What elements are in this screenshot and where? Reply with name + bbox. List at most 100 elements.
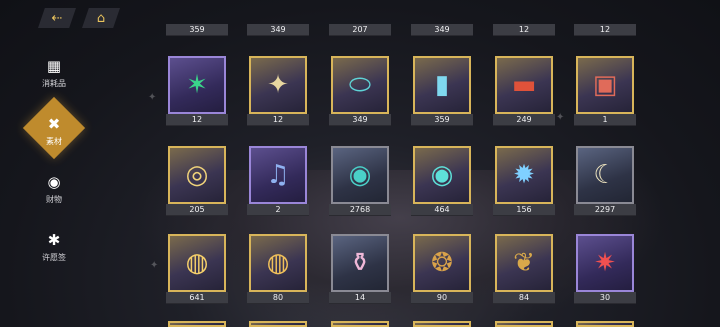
item-count: 12	[493, 24, 555, 36]
item-count: 359	[166, 24, 228, 36]
item-slot[interactable]: ▬ 249	[493, 56, 555, 126]
gold-coin-icon: ❂	[413, 234, 471, 292]
sparkle-decoration: ✦	[150, 260, 159, 271]
back-arrow-icon: ⇠	[51, 10, 63, 26]
cassette-icon: ▬	[495, 56, 553, 114]
star-record-icon: ✹	[495, 146, 553, 204]
home-button[interactable]: ⌂	[82, 8, 120, 28]
sidebar-item-label: 消耗品	[42, 79, 66, 88]
item-count: 12	[574, 24, 636, 36]
item-count: 641	[166, 292, 228, 304]
tube-vial-icon: ▮	[413, 56, 471, 114]
sidebar-item-materials[interactable]: ✖ 素材	[22, 96, 86, 160]
gold-fish-icon: ❦	[495, 234, 553, 292]
battery-pack-icon: ▣	[576, 56, 634, 114]
item-count: 349	[247, 24, 309, 36]
item-count: 205	[166, 204, 228, 216]
partial-item-slot[interactable]	[574, 321, 636, 327]
category-sidebar: ▦ 消耗品 ✖ 素材 ◉ 财物 ✱ 许愿签	[22, 44, 86, 276]
item-count: 1	[574, 114, 636, 126]
materials-icon: ✖	[47, 115, 61, 133]
partial-item-slot[interactable]	[166, 321, 228, 327]
partial-item-slot[interactable]: 359	[166, 24, 228, 36]
item-slot[interactable]: ❦ 84	[493, 234, 555, 304]
item-count: 30	[574, 292, 636, 304]
partial-item-slot[interactable]	[411, 321, 473, 327]
partial-item-slot[interactable]: 349	[411, 24, 473, 36]
item-slot[interactable]: ✦ 12	[247, 56, 309, 126]
top-nav: ⇠ ⌂	[38, 8, 120, 28]
green-crystal-icon: ✶	[168, 56, 226, 114]
item-count: 12	[247, 114, 309, 126]
gramophone-icon: ♫	[249, 146, 307, 204]
item-count: 156	[493, 204, 555, 216]
snow-globe-icon: ◍	[168, 234, 226, 292]
item-slot[interactable]: ◉ 2768	[329, 146, 391, 216]
item-slot[interactable]: ✹ 156	[493, 146, 555, 216]
item-count: 207	[329, 24, 391, 36]
sidebar-item-label: 许愿签	[42, 253, 66, 262]
item-slot[interactable]: ◎ 205	[166, 146, 228, 216]
capsule-device-icon: ⬭	[331, 56, 389, 114]
item-count: 2297	[574, 204, 636, 216]
item-count: 2768	[329, 204, 391, 216]
wish-tag-icon: ✱	[47, 231, 61, 249]
snow-globe-icon: ◍	[249, 234, 307, 292]
item-tile-edge	[331, 321, 389, 327]
item-count: 90	[411, 292, 473, 304]
item-tile-edge	[249, 321, 307, 327]
item-slot[interactable]: ◍ 641	[166, 234, 228, 304]
sidebar-item-label: 素材	[46, 137, 62, 146]
sidebar-item-label: 财物	[46, 195, 62, 204]
partial-item-slot[interactable]: 349	[247, 24, 309, 36]
item-count: 359	[411, 114, 473, 126]
item-slot[interactable]: ▣ 1	[574, 56, 636, 126]
item-slot[interactable]: ✷ 30	[574, 234, 636, 304]
consumables-icon: ▦	[46, 57, 62, 75]
item-count: 14	[329, 292, 391, 304]
item-tile-edge	[168, 321, 226, 327]
item-count: 349	[329, 114, 391, 126]
red-star-icon: ✷	[576, 234, 634, 292]
sidebar-item-consumables[interactable]: ▦ 消耗品	[26, 44, 82, 102]
vinyl-record-icon: ◉	[413, 146, 471, 204]
partial-item-slot[interactable]: 12	[493, 24, 555, 36]
pink-jar-icon: ⚱	[331, 234, 389, 292]
item-slot[interactable]: ♫ 2	[247, 146, 309, 216]
sparkle-decoration: ✦	[148, 92, 157, 103]
valuables-icon: ◉	[47, 173, 61, 191]
sparkle-decoration: ✦	[556, 112, 565, 123]
item-slot[interactable]: ⬭ 349	[329, 56, 391, 126]
item-slot[interactable]: ▮ 359	[411, 56, 473, 126]
moon-globe-icon: ☾	[576, 146, 634, 204]
item-count: 464	[411, 204, 473, 216]
item-slot[interactable]: ❂ 90	[411, 234, 473, 304]
item-slot[interactable]: ◉ 464	[411, 146, 473, 216]
item-tile-edge	[576, 321, 634, 327]
partial-item-slot[interactable]	[493, 321, 555, 327]
gold-sphere-icon: ◎	[168, 146, 226, 204]
partial-item-slot[interactable]	[329, 321, 391, 327]
item-count: 84	[493, 292, 555, 304]
vinyl-record-icon: ◉	[331, 146, 389, 204]
back-button[interactable]: ⇠	[38, 8, 76, 28]
item-grid: 359 349 207 349 12 12 ✶ 12 ✦ 12 ⬭ 349 ▮ 359 ▬ 249 ▣ 1 ◎ 205…	[160, 0, 640, 327]
item-count: 349	[411, 24, 473, 36]
gold-crystal-icon: ✦	[249, 56, 307, 114]
item-slot[interactable]: ☾ 2297	[574, 146, 636, 216]
sidebar-item-valuables[interactable]: ◉ 财物	[26, 160, 82, 218]
partial-item-slot[interactable]: 12	[574, 24, 636, 36]
home-icon: ⌂	[96, 10, 106, 26]
item-count: 2	[247, 204, 309, 216]
item-count: 80	[247, 292, 309, 304]
item-tile-edge	[495, 321, 553, 327]
item-tile-edge	[413, 321, 471, 327]
item-slot[interactable]: ⚱ 14	[329, 234, 391, 304]
partial-item-slot[interactable]: 207	[329, 24, 391, 36]
sidebar-item-wish-tags[interactable]: ✱ 许愿签	[26, 218, 82, 276]
item-slot[interactable]: ◍ 80	[247, 234, 309, 304]
partial-item-slot[interactable]	[247, 321, 309, 327]
item-count: 249	[493, 114, 555, 126]
item-count: 12	[166, 114, 228, 126]
item-slot[interactable]: ✶ 12	[166, 56, 228, 126]
